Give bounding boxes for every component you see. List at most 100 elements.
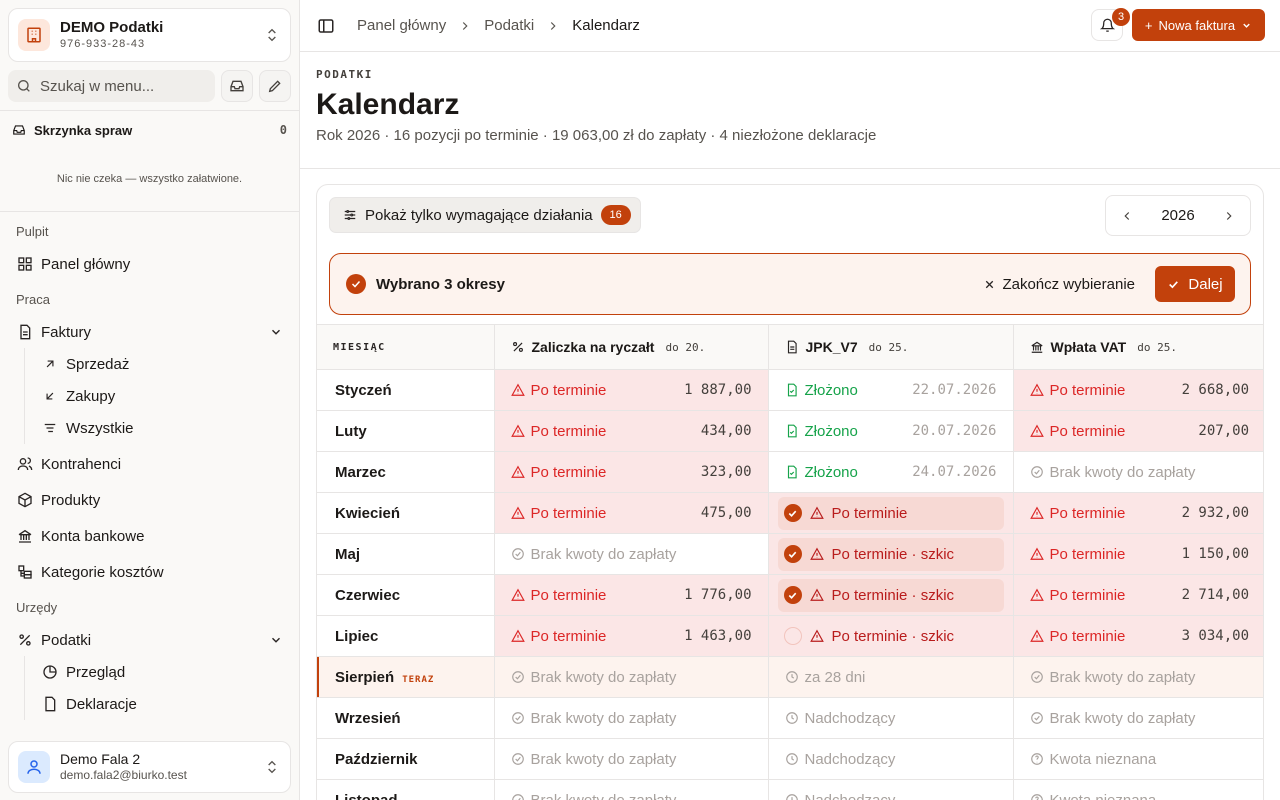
nav-item-deklaracje[interactable]: Deklaracje xyxy=(0,688,299,720)
month-label: Czerwiec xyxy=(335,586,401,604)
nav-item-kontrahenci[interactable]: Kontrahenci xyxy=(0,448,299,480)
org-switcher[interactable]: DEMO Podatki 976-933-28-43 xyxy=(8,8,291,62)
new-invoice-label: Nowa faktura xyxy=(1158,17,1236,33)
nav-item-konta[interactable]: Konta bankowe xyxy=(0,520,299,552)
period-cell-selectable[interactable]: Po terminie xyxy=(767,492,1013,534)
period-cell[interactable]: Po terminie 323,00 xyxy=(493,451,768,493)
sidebar-toggle-icon[interactable] xyxy=(317,17,335,35)
period-cell[interactable]: Brak kwoty do zapłaty xyxy=(493,738,768,780)
inbox-icon xyxy=(230,80,244,92)
period-cell[interactable]: Złożono 22.07.2026 xyxy=(767,369,1013,411)
month-cell: Styczeń xyxy=(317,369,494,411)
period-cell[interactable]: Po terminie 1 776,00 xyxy=(493,574,768,616)
year-value: 2026 xyxy=(1161,207,1195,224)
nav-item-label: Przegląd xyxy=(66,663,126,681)
selection-label: Wybrano 3 okresy xyxy=(376,275,505,293)
nav-section-urzedy: Urzędy xyxy=(16,600,58,615)
nav-item-zakupy[interactable]: Zakupy xyxy=(0,380,299,412)
pencil-icon xyxy=(268,80,281,93)
period-cell[interactable]: Brak kwoty do zapłaty xyxy=(493,656,768,698)
select-checkbox[interactable] xyxy=(783,627,802,645)
period-cell[interactable]: Złożono 24.07.2026 xyxy=(767,451,1013,493)
alert-triangle-icon xyxy=(1029,547,1044,560)
compose-button[interactable] xyxy=(259,70,291,102)
period-cell[interactable]: Po terminie 434,00 xyxy=(493,410,768,452)
chevron-right-icon xyxy=(546,19,560,33)
period-cell[interactable]: Po terminie 1 463,00 xyxy=(493,615,768,657)
page-subtitle: Rok 2026 · 16 pozycji po terminie · 19 0… xyxy=(316,127,877,144)
end-selection-button[interactable]: Zakończ wybieranie xyxy=(983,276,1135,293)
period-cell[interactable]: Nadchodzący xyxy=(767,697,1013,739)
breadcrumb-item[interactable]: Podatki xyxy=(484,17,534,34)
period-cell[interactable]: Brak kwoty do zapłaty xyxy=(1012,656,1263,698)
period-cell[interactable]: Po terminie 3 034,00 xyxy=(1012,615,1263,657)
nav-item-faktury[interactable]: Faktury xyxy=(0,316,299,348)
period-cell[interactable]: Brak kwoty do zapłaty xyxy=(1012,451,1263,493)
table-row: Czerwiec Po terminie 1 776,00 Po terminie … xyxy=(317,574,1263,616)
nav-item-sprzedaz[interactable]: Sprzedaż xyxy=(0,348,299,380)
month-label: Marzec xyxy=(335,463,386,481)
month-cell: Październik xyxy=(317,738,494,780)
tax-calendar-table: MIESIĄC Zaliczka na ryczałt do 20. JPK_V… xyxy=(317,324,1263,800)
nav-item-kategorie[interactable]: Kategorie kosztów xyxy=(0,556,299,588)
nav-item-produkty[interactable]: Produkty xyxy=(0,484,299,516)
nav-item-podatki[interactable]: Podatki xyxy=(0,624,299,656)
month-label: Wrzesień xyxy=(335,709,401,727)
status-label: Po terminie xyxy=(530,422,607,440)
nav-submenu-faktury: Sprzedaż Zakupy Wszystkie xyxy=(0,348,299,444)
select-checkbox[interactable] xyxy=(783,586,802,604)
new-invoice-button[interactable]: + Nowa faktura xyxy=(1132,9,1265,41)
notifications-button[interactable]: 3 xyxy=(1091,8,1130,41)
chevron-right-icon[interactable] xyxy=(1222,209,1236,223)
nav-item-wszystkie[interactable]: Wszystkie xyxy=(0,412,299,444)
nav-item-label: Panel główny xyxy=(41,255,131,273)
period-cell[interactable]: Po terminie 475,00 xyxy=(493,492,768,534)
alert-triangle-icon xyxy=(809,629,824,642)
nav-item-panel[interactable]: Panel główny xyxy=(0,248,299,280)
period-cell[interactable]: Po terminie 1 887,00 xyxy=(493,369,768,411)
search-input[interactable]: Szukaj w menu... xyxy=(8,70,215,102)
period-cell[interactable]: Brak kwoty do zapłaty xyxy=(493,779,768,800)
period-cell[interactable]: Po terminie 2 668,00 xyxy=(1012,369,1263,411)
period-cell[interactable]: za 28 dni xyxy=(767,656,1013,698)
status-label: Brak kwoty do zapłaty xyxy=(1049,463,1196,481)
period-cell[interactable]: Kwota nieznana xyxy=(1012,779,1263,800)
chevron-down-icon xyxy=(269,325,283,339)
period-cell[interactable]: Kwota nieznana xyxy=(1012,738,1263,780)
table-row: Luty Po terminie 434,00 Złożono 20.07.2026 Po… xyxy=(317,410,1263,452)
nav-item-przeglad[interactable]: Przegląd xyxy=(0,656,299,688)
org-name: DEMO Podatki xyxy=(60,19,164,36)
period-cell[interactable]: Brak kwoty do zapłaty xyxy=(493,697,768,739)
select-checkbox[interactable] xyxy=(783,545,802,563)
period-cell[interactable]: Brak kwoty do zapłaty xyxy=(1012,697,1263,739)
period-cell[interactable]: Nadchodzący xyxy=(767,738,1013,780)
table-row: Maj Brak kwoty do zapłaty Po terminie · s… xyxy=(317,533,1263,575)
period-cell-selectable[interactable]: Po terminie · szkic xyxy=(767,533,1013,575)
breadcrumb: Panel główny Podatki Kalendarz xyxy=(357,17,640,34)
case-inbox-header[interactable]: Skrzynka spraw 0 xyxy=(0,111,299,149)
calendar-card: Pokaż tylko wymagające działania 16 2026… xyxy=(316,184,1264,800)
period-cell[interactable]: Po terminie 2 714,00 xyxy=(1012,574,1263,616)
check-circle-icon xyxy=(1030,466,1043,478)
clock-icon xyxy=(785,712,798,724)
period-cell[interactable]: Złożono 20.07.2026 xyxy=(767,410,1013,452)
period-cell[interactable]: Po terminie 207,00 xyxy=(1012,410,1263,452)
next-button[interactable]: Dalej xyxy=(1155,266,1235,302)
user-menu[interactable]: Demo Fala 2 demo.fala2@biurko.test xyxy=(8,741,291,793)
action-filter-button[interactable]: Pokaż tylko wymagające działania 16 xyxy=(329,197,641,233)
period-cell[interactable]: Brak kwoty do zapłaty xyxy=(493,533,768,575)
period-cell[interactable]: Po terminie 1 150,00 xyxy=(1012,533,1263,575)
status-label: Po terminie xyxy=(530,381,607,399)
alert-triangle-icon xyxy=(809,547,824,560)
period-cell-selectable[interactable]: Po terminie · szkic xyxy=(767,615,1013,657)
inbox-button[interactable] xyxy=(221,70,253,102)
period-cell[interactable]: Po terminie 2 932,00 xyxy=(1012,492,1263,534)
month-cell: Czerwiec xyxy=(317,574,494,616)
chevron-left-icon[interactable] xyxy=(1120,209,1134,223)
check-icon xyxy=(346,274,366,294)
period-cell-selectable[interactable]: Po terminie · szkic xyxy=(767,574,1013,616)
breadcrumb-item[interactable]: Panel główny xyxy=(357,17,446,34)
select-checkbox[interactable] xyxy=(783,504,802,522)
period-cell[interactable]: Nadchodzący xyxy=(767,779,1013,800)
table-row: Kwiecień Po terminie 475,00 Po terminie Po … xyxy=(317,492,1263,534)
